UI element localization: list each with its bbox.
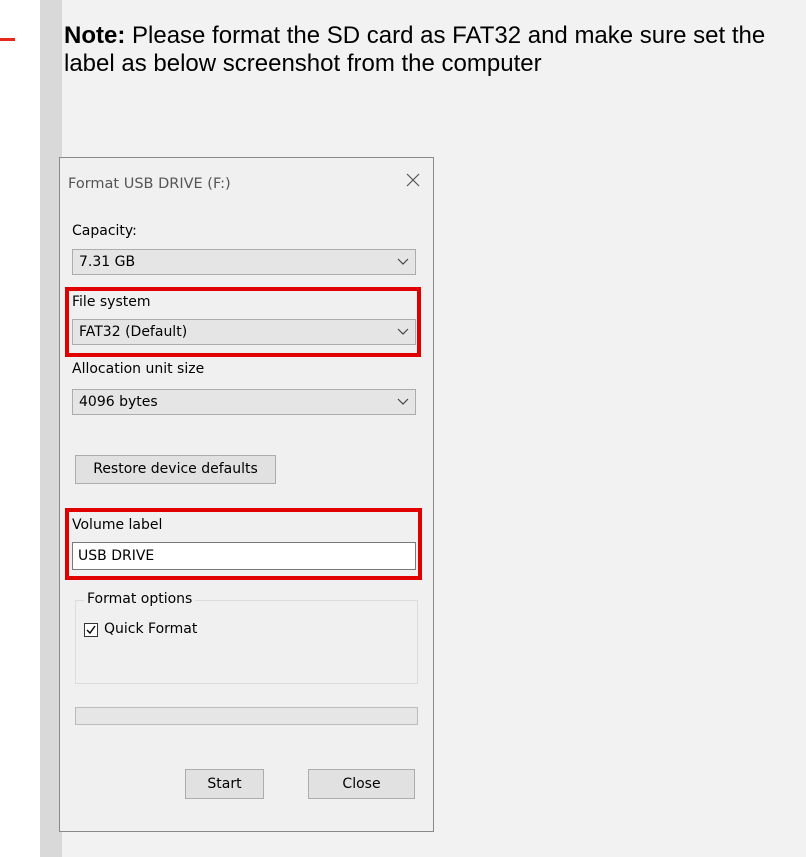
volume-label-highlight [65,508,422,580]
restore-defaults-button[interactable]: Restore device defaults [75,455,276,484]
dialog-title: Format USB DRIVE (F:) [68,176,231,192]
note-panel: Note: Please format the SD card as FAT32… [59,0,806,857]
format-options-group: Format options Quick Format [75,591,418,684]
format-options-label: Format options [84,591,196,607]
accent-dash [0,38,15,41]
format-dialog: Format USB DRIVE (F:) Capacity: 7.31 GB … [59,157,434,832]
start-button[interactable]: Start [185,769,264,799]
quick-format-checkbox[interactable] [84,623,98,637]
note-text: Note: Please format the SD card as FAT32… [64,22,784,78]
close-button[interactable]: Close [308,769,415,799]
capacity-value: 7.31 GB [79,254,136,270]
chevron-down-icon [397,258,409,265]
format-progress-bar [75,707,418,725]
filesystem-highlight [65,287,421,357]
allocation-value: 4096 bytes [79,394,158,410]
capacity-select[interactable]: 7.31 GB [72,249,416,275]
quick-format-label: Quick Format [104,621,198,637]
checkmark-icon [86,625,96,635]
capacity-label: Capacity: [72,223,137,239]
close-icon[interactable] [405,172,421,188]
allocation-select[interactable]: 4096 bytes [72,389,416,415]
note-body: Please format the SD card as FAT32 and m… [64,22,766,77]
allocation-label: Allocation unit size [72,361,205,377]
note-prefix: Note: [64,22,126,49]
chevron-down-icon [397,398,409,405]
